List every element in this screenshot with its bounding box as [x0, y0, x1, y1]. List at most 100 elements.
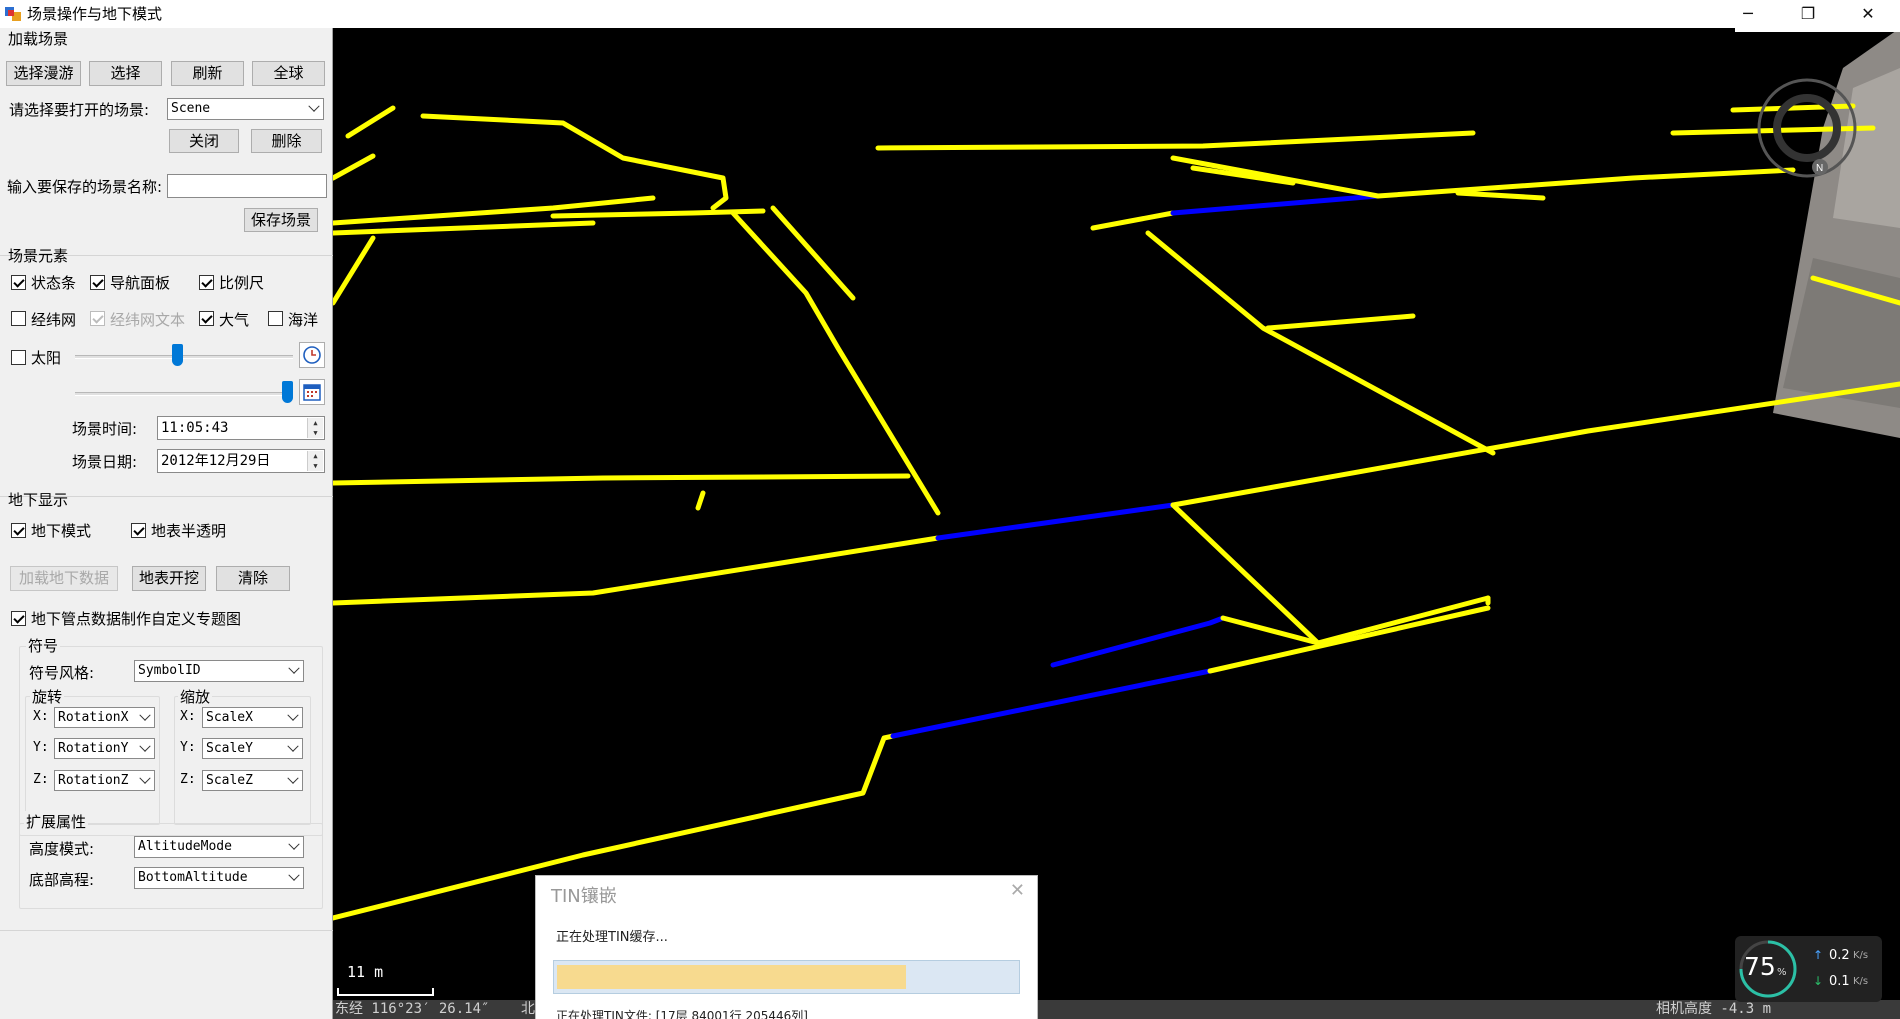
globe-button[interactable]: 全球	[252, 61, 325, 86]
rot-x-select[interactable]: RotationX	[54, 707, 155, 728]
chevron-down-icon	[287, 772, 299, 784]
top-edge-strip	[1735, 28, 1900, 32]
chevron-down-icon	[139, 709, 151, 721]
pipe-segment[interactable]	[1265, 313, 1416, 331]
network-speed-widget[interactable]: 75 % ↑ 0.2 K/s ↓ 0.1 K/s	[1735, 936, 1882, 1002]
pipe-segment[interactable]	[345, 105, 396, 139]
calendar-button[interactable]	[299, 379, 325, 405]
spin-up-icon[interactable]: ▲	[307, 418, 323, 428]
extended-group-label: 扩展属性	[24, 811, 89, 832]
pipe-segment[interactable]	[1170, 155, 1381, 199]
chevron-down-icon	[287, 740, 299, 752]
rot-z-label: Z:	[33, 772, 49, 787]
select-roam-button[interactable]: 选择漫游	[6, 61, 81, 86]
select-button[interactable]: 选择	[89, 61, 162, 86]
custom-theme-checkbox[interactable]	[11, 611, 26, 626]
delete-scene-button[interactable]: 删除	[251, 129, 322, 153]
refresh-button[interactable]: 刷新	[171, 61, 244, 86]
bottom-altitude-label: 底部高程:	[29, 871, 95, 889]
bottom-altitude-select[interactable]: BottomAltitude	[134, 867, 304, 889]
close-scene-button[interactable]: 关闭	[169, 129, 239, 153]
excavate-button[interactable]: 地表开挖	[132, 566, 206, 591]
pipe-segment[interactable]	[1170, 381, 1900, 508]
scene-select[interactable]: Scene	[167, 98, 324, 120]
graticule-checkbox[interactable]	[11, 311, 26, 326]
date-slider-thumb[interactable]	[282, 381, 293, 403]
pipe-segment[interactable]	[1145, 230, 1496, 456]
altitude-mode-select[interactable]: AltitudeMode	[134, 836, 304, 858]
pipe-segment[interactable]	[1207, 605, 1491, 674]
app-icon	[5, 6, 21, 22]
scalebar-checkbox[interactable]	[199, 275, 214, 290]
rot-y-select[interactable]: RotationY	[54, 738, 155, 759]
atmosphere-checkbox[interactable]	[199, 311, 214, 326]
navpanel-checkbox[interactable]	[90, 275, 105, 290]
scale-x-select[interactable]: ScaleX	[202, 707, 303, 728]
scene-viewport[interactable]: N 11 m	[333, 28, 1900, 1019]
selected-pipe-segment[interactable]	[935, 502, 1176, 541]
pipe-segment[interactable]	[770, 205, 856, 301]
date-slider-track[interactable]	[75, 392, 293, 396]
graticule-label: 经纬网	[31, 311, 77, 329]
pipe-segment[interactable]	[1375, 167, 1796, 199]
pipe-segment[interactable]	[333, 235, 376, 306]
graticule-text-checkbox	[90, 311, 105, 326]
altitude-mode-value: AltitudeMode	[138, 839, 232, 854]
rotation-group-label: 旋转	[30, 686, 65, 707]
save-name-input[interactable]	[167, 174, 327, 198]
statusbar-checkbox[interactable]	[11, 275, 26, 290]
upload-speed: 0.2	[1829, 948, 1850, 963]
scene-date-input[interactable]: 2012年12月29日 ▲ ▼	[157, 449, 325, 473]
pipe-segment[interactable]	[333, 220, 596, 236]
symbol-style-select[interactable]: SymbolID	[134, 660, 304, 682]
pipe-segment[interactable]	[1455, 190, 1546, 201]
pipe-segment[interactable]	[333, 153, 376, 181]
rot-z-select[interactable]: RotationZ	[54, 770, 155, 791]
scale-y-select[interactable]: ScaleY	[202, 738, 303, 759]
bottom-altitude-value: BottomAltitude	[138, 870, 248, 885]
scale-group-label: 缩放	[178, 686, 213, 707]
pipe-segment[interactable]	[695, 490, 706, 511]
pipe-segment[interactable]	[1090, 210, 1176, 231]
pipe-segment[interactable]	[333, 535, 941, 606]
selected-pipe-segment[interactable]	[890, 668, 1213, 739]
scene-time-input[interactable]: 11:05:43 ▲ ▼	[157, 416, 325, 440]
spin-up-icon[interactable]: ▲	[307, 451, 323, 461]
surface-translucent-checkbox[interactable]	[131, 523, 146, 538]
underground-mode-checkbox[interactable]	[11, 523, 26, 538]
pipe-segment[interactable]	[730, 210, 941, 516]
spin-down-icon[interactable]: ▼	[307, 461, 323, 471]
sun-checkbox[interactable]	[11, 350, 26, 365]
divider	[0, 930, 333, 931]
dialog-close-icon[interactable]: ✕	[1010, 880, 1025, 901]
scale-z-label: Z:	[180, 772, 196, 787]
control-panel: 加载场景 选择漫游 选择 刷新 全球 请选择要打开的场景: Scene 关闭 删…	[0, 28, 333, 1019]
save-scene-button[interactable]: 保存场景	[244, 208, 318, 232]
progress-bar	[553, 960, 1020, 994]
ocean-checkbox[interactable]	[268, 311, 283, 326]
clock-button[interactable]	[299, 342, 325, 368]
chevron-down-icon	[288, 869, 300, 881]
sun-slider-track[interactable]	[75, 355, 293, 359]
close-button[interactable]: ✕	[1846, 0, 1890, 28]
spin-down-icon[interactable]: ▼	[307, 428, 323, 438]
minimize-button[interactable]: ─	[1726, 0, 1770, 28]
scale-bar-label: 11 m	[347, 963, 384, 981]
selected-pipe-segment[interactable]	[1050, 615, 1226, 668]
longitude-readout: 东经 116°23′ 26.14″	[335, 1001, 490, 1017]
usage-percent-unit: %	[1777, 967, 1787, 978]
pipe-segment[interactable]	[1315, 595, 1491, 646]
selected-pipe-segment[interactable]	[1170, 193, 1381, 216]
calendar-icon	[303, 384, 321, 401]
dialog-sub-message: 正在处理TIN文件: [17层 84001行 205446列]	[556, 1009, 808, 1019]
sun-slider-thumb[interactable]	[172, 344, 184, 366]
pipe-segment[interactable]	[333, 473, 911, 486]
rot-x-value: RotationX	[58, 710, 129, 725]
pipe-segment[interactable]	[875, 130, 1476, 151]
scale-x-value: ScaleX	[206, 710, 253, 725]
pipe-segment[interactable]	[333, 195, 656, 226]
scale-z-select[interactable]: ScaleZ	[202, 770, 303, 791]
pipe-segment[interactable]	[420, 113, 729, 211]
clear-button[interactable]: 清除	[216, 566, 290, 591]
restore-button[interactable]: ❐	[1786, 0, 1830, 28]
